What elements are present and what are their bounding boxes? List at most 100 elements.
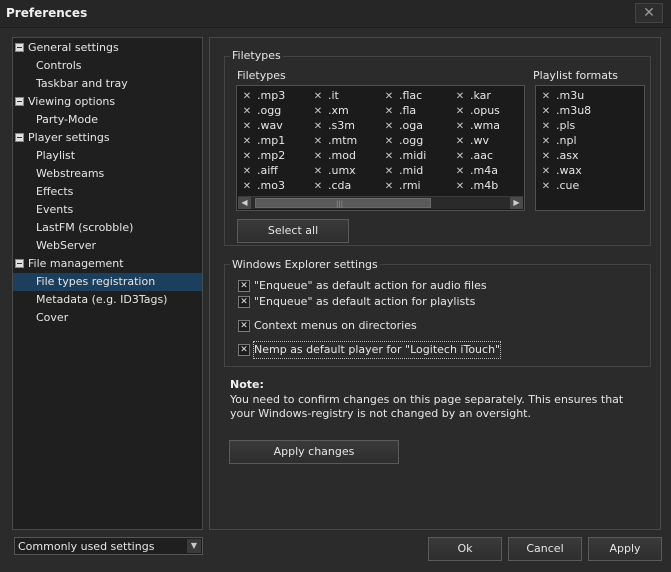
filetype-item[interactable]: ✕ .wv [454,133,489,148]
checked-icon: ✕ [384,106,394,117]
tree-item-label: Events [36,203,74,216]
scroll-right-icon[interactable]: ▶ [510,197,523,209]
filetype-item[interactable]: ✕ .oga [383,118,423,133]
option-checkbox[interactable]: ✕ [238,320,250,332]
collapse-toggle-icon[interactable] [15,97,24,106]
tree-item[interactable]: Viewing options [13,93,202,111]
playlist-format-item[interactable]: ✕ .m3u8 [540,103,591,118]
filetype-item[interactable]: ✕ .xm [312,103,349,118]
checked-icon: ✕ [242,121,252,132]
filetype-item[interactable]: ✕ .mod [312,148,356,163]
option-checkbox[interactable]: ✕ [238,280,250,292]
filetype-item[interactable]: ✕ .mid [383,163,423,178]
tree-item[interactable]: Controls [13,57,202,75]
filetype-item[interactable]: ✕ .mo3 [241,178,285,193]
explorer-option[interactable]: ✕ "Enqueue" as default action for playlis… [238,294,538,310]
filetype-item[interactable]: ✕ .midi [383,148,427,163]
playlist-format-label: .asx [556,149,579,162]
checked-icon: ✕ [313,151,323,162]
select-all-button[interactable]: Select all [237,219,349,243]
tree-item[interactable]: LastFM (scrobble) [13,219,202,237]
filetype-item[interactable]: ✕ .fla [383,103,416,118]
filetype-item[interactable]: ✕ .mp2 [241,148,285,163]
tree-item[interactable]: Playlist [13,147,202,165]
filetype-item[interactable]: ✕ .kar [454,88,491,103]
tree-item[interactable]: Webstreams [13,165,202,183]
checked-icon: ✕ [541,151,551,162]
playlist-format-item[interactable]: ✕ .asx [540,148,579,163]
filetype-item[interactable]: ✕ .s3m [312,118,355,133]
option-checkbox[interactable]: ✕ [238,344,250,356]
settings-tree[interactable]: General settings Controls Taskbar and tray… [12,37,203,530]
filetype-label: .mp2 [257,149,286,162]
collapse-toggle-icon[interactable] [15,43,24,52]
tree-item[interactable]: Cover [13,309,202,327]
filetype-item[interactable]: ✕ .opus [454,103,500,118]
explorer-option[interactable]: ✕ "Enqueue" as default action for audio f… [238,278,538,294]
tree-item[interactable]: Taskbar and tray [13,75,202,93]
scroll-left-icon[interactable]: ◀ [238,197,251,209]
option-checkbox[interactable]: ✕ [238,296,250,308]
filetype-label: .aiff [257,164,278,177]
apply-changes-button[interactable]: Apply changes [229,440,399,464]
checked-icon: ✕ [313,181,323,192]
filetype-label: .xm [328,104,349,117]
filetype-item[interactable]: ✕ .wma [454,118,500,133]
tree-item[interactable]: Metadata (e.g. ID3Tags) [13,291,202,309]
filetype-item[interactable]: ✕ .wav [241,118,283,133]
playlist-format-item[interactable]: ✕ .npl [540,133,577,148]
playlist-format-item[interactable]: ✕ .cue [540,178,580,193]
tree-item-label: File management [28,257,124,270]
checked-icon: ✕ [242,166,252,177]
filetype-item[interactable]: ✕ .ogg [383,133,423,148]
filetype-item[interactable]: ✕ .m4b [454,178,498,193]
filetype-item[interactable]: ✕ .m4a [454,163,498,178]
playlist-formats-list[interactable]: ✕ .m3u ✕ .m3u8 ✕ .pls ✕ .npl ✕ .asx ✕ .wax ✕ .cue [535,85,645,211]
explorer-option[interactable]: ✕ Context menus on directories [238,318,538,334]
playlist-format-item[interactable]: ✕ .wax [540,163,582,178]
tree-item[interactable]: WebServer [13,237,202,255]
scroll-thumb[interactable]: ||| [255,198,431,208]
tree-item[interactable]: Effects [13,183,202,201]
filetype-item[interactable]: ✕ .mp3 [241,88,285,103]
settings-scope-dropdown[interactable]: Commonly used settings ▼ [14,537,203,555]
filetype-item[interactable]: ✕ .flac [383,88,422,103]
filetype-item[interactable]: ✕ .ogg [241,103,281,118]
filetype-item[interactable]: ✕ .aiff [241,163,278,178]
filetype-item[interactable]: ✕ .aac [454,148,493,163]
tree-item[interactable]: Events [13,201,202,219]
playlist-format-item[interactable]: ✕ .m3u [540,88,584,103]
collapse-toggle-icon[interactable] [15,259,24,268]
tree-item-label: Party-Mode [36,113,98,126]
close-button[interactable]: ✕ [635,3,663,23]
settings-scope-value: Commonly used settings [18,540,155,553]
collapse-toggle-icon[interactable] [15,133,24,142]
chevron-down-icon[interactable]: ▼ [187,539,201,553]
filetype-item[interactable]: ✕ .umx [312,163,356,178]
apply-button[interactable]: Apply [588,537,662,561]
filetype-item[interactable]: ✕ .cda [312,178,351,193]
playlist-format-item[interactable]: ✕ .pls [540,118,575,133]
filetype-item[interactable]: ✕ .mtm [312,133,357,148]
ok-button[interactable]: Ok [428,537,502,561]
playlist-format-label: .m3u8 [556,104,592,117]
horizontal-scrollbar[interactable]: ◀ ||| ▶ [238,196,523,209]
filetype-item[interactable]: ✕ .rmi [383,178,421,193]
tree-item[interactable]: File types registration [13,273,202,291]
tree-item[interactable]: File management [13,255,202,273]
filetype-label: .mp3 [257,89,286,102]
tree-item[interactable]: Player settings [13,129,202,147]
filetypes-list[interactable]: ◀ ||| ▶ ✕ .mp3 ✕ .ogg ✕ .wav ✕ .mp1 ✕ .mp2 ✕ .aiff ✕… [236,85,525,211]
checked-icon: ✕ [455,121,465,132]
filetype-item[interactable]: ✕ .it [312,88,339,103]
option-label: Nemp as default player for "Logitech iTo… [252,341,502,359]
tree-item-label: Playlist [36,149,76,162]
checked-icon: ✕ [541,136,551,147]
filetype-label: .it [328,89,339,102]
tree-item[interactable]: Party-Mode [13,111,202,129]
cancel-button[interactable]: Cancel [508,537,582,561]
explorer-option[interactable]: ✕ Nemp as default player for "Logitech iT… [238,341,538,359]
filetype-item[interactable]: ✕ .mp1 [241,133,285,148]
checked-icon: ✕ [313,106,323,117]
tree-item[interactable]: General settings [13,39,202,57]
